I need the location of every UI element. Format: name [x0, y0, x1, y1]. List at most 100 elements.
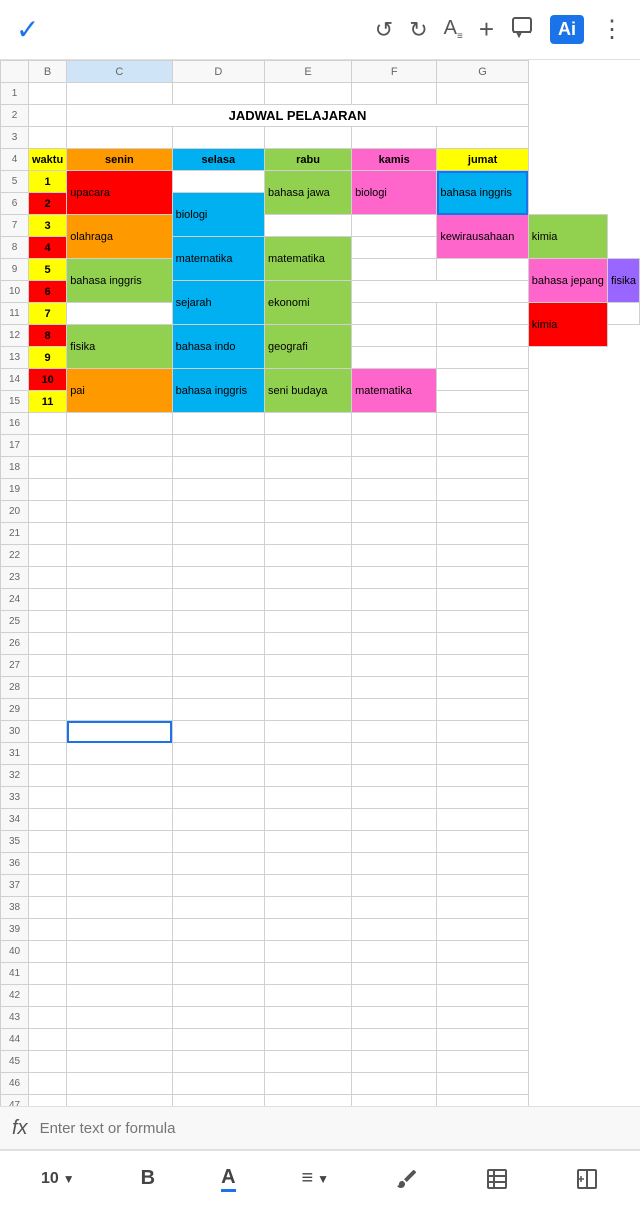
- col-header-b[interactable]: B: [29, 61, 67, 83]
- cell-d3[interactable]: [172, 127, 264, 149]
- fill-color-icon[interactable]: [395, 1167, 419, 1191]
- cell-d9[interactable]: [352, 259, 437, 281]
- cell-bahasa-inggris-selasa[interactable]: bahasa inggris: [172, 369, 264, 413]
- check-icon[interactable]: ✓: [16, 13, 39, 46]
- col-header-g[interactable]: G: [437, 61, 528, 83]
- col-header-e[interactable]: E: [265, 61, 352, 83]
- cell-g11[interactable]: [607, 303, 639, 325]
- cell-num-9-5[interactable]: 5: [29, 259, 67, 281]
- formula-input[interactable]: [40, 1120, 628, 1137]
- font-size-control[interactable]: 10 ▼: [41, 1170, 75, 1188]
- cell-bahasa-inggris-jumat[interactable]: bahasa inggris: [437, 171, 528, 215]
- cell-fisika-jumat[interactable]: fisika: [607, 259, 639, 303]
- insert-col-button[interactable]: [575, 1167, 599, 1191]
- cell-waktu[interactable]: waktu: [29, 149, 67, 171]
- insert-col-icon[interactable]: [575, 1167, 599, 1191]
- cell-num-14-10[interactable]: 10: [29, 369, 67, 391]
- cell-geografi[interactable]: geografi: [265, 325, 352, 369]
- cell-kewirausahaan[interactable]: kewirausahaan: [437, 215, 528, 259]
- cell-g12[interactable]: [437, 325, 528, 347]
- align-chevron[interactable]: ▼: [317, 1172, 329, 1186]
- cell-upacara[interactable]: upacara: [67, 171, 172, 215]
- cell-ekonomi[interactable]: ekonomi: [265, 281, 352, 325]
- align-icon[interactable]: ≡: [301, 1167, 313, 1190]
- cell-e11[interactable]: [437, 303, 528, 325]
- col-header-d[interactable]: D: [172, 61, 264, 83]
- cell-e7[interactable]: [352, 215, 437, 237]
- cell-sejarah[interactable]: sejarah: [172, 281, 264, 325]
- cell-matematika-kamis[interactable]: matematika: [352, 369, 437, 413]
- cell-b1[interactable]: [29, 83, 67, 105]
- cell-num-7-3[interactable]: 3: [29, 215, 67, 237]
- cell-e3[interactable]: [265, 127, 352, 149]
- selected-cell-c30[interactable]: [67, 721, 172, 743]
- cell-biologi-kamis[interactable]: biologi: [352, 171, 437, 215]
- cell-kimia-jumat[interactable]: kimia: [528, 215, 607, 259]
- cell-seni-budaya[interactable]: seni budaya: [265, 369, 352, 413]
- align-button[interactable]: ≡ ▼: [301, 1167, 329, 1190]
- cell-num-15-11[interactable]: 11: [29, 391, 67, 413]
- cell-d1[interactable]: [172, 83, 264, 105]
- cell-matematika-selasa[interactable]: matematika: [172, 237, 264, 281]
- cell-kamis[interactable]: kamis: [352, 149, 437, 171]
- cell-g3[interactable]: [437, 127, 528, 149]
- cell-f1[interactable]: [352, 83, 437, 105]
- cell-bahasa-indo[interactable]: bahasa indo: [172, 325, 264, 369]
- undo-icon[interactable]: ↺: [375, 17, 393, 43]
- cell-num-5-1[interactable]: 1: [29, 171, 67, 193]
- cell-c11[interactable]: [67, 303, 172, 325]
- cell-f13[interactable]: [352, 347, 437, 369]
- cell-d11[interactable]: [352, 303, 437, 325]
- cell-num-13-9[interactable]: 9: [29, 347, 67, 369]
- cell-pai[interactable]: pai: [67, 369, 172, 413]
- font-format-icon[interactable]: A≡: [444, 17, 463, 42]
- cell-g13[interactable]: [437, 347, 528, 369]
- cell-d5[interactable]: [172, 171, 264, 193]
- cell-matematika-rabu[interactable]: matematika: [265, 237, 352, 281]
- scroll-area[interactable]: B C D E F G 1: [0, 60, 640, 1106]
- font-size-chevron[interactable]: ▼: [63, 1172, 75, 1186]
- cell-e9[interactable]: [437, 259, 528, 281]
- cell-rabu[interactable]: rabu: [265, 149, 352, 171]
- table-icon[interactable]: [485, 1167, 509, 1191]
- cell-biologi-selasa[interactable]: biologi: [172, 193, 264, 237]
- cell-num-12-8[interactable]: 8: [29, 325, 67, 347]
- cell-bahasa-jepang[interactable]: bahasa jepang: [528, 259, 607, 303]
- more-icon[interactable]: ⋮: [600, 15, 624, 44]
- cell-olahraga[interactable]: olahraga: [67, 215, 172, 259]
- cell-bahasa-jawa[interactable]: bahasa jawa: [265, 171, 352, 215]
- cell-senin[interactable]: senin: [67, 149, 172, 171]
- cell-fisika-senin[interactable]: fisika: [67, 325, 172, 369]
- cell-num-11-7[interactable]: 7: [29, 303, 67, 325]
- text-color-button[interactable]: A: [221, 1166, 235, 1192]
- cell-f12[interactable]: [352, 325, 437, 347]
- text-color-icon[interactable]: A: [221, 1166, 235, 1192]
- bold-button[interactable]: B: [141, 1167, 155, 1190]
- cell-g15[interactable]: [437, 391, 528, 413]
- col-header-f[interactable]: F: [352, 61, 437, 83]
- cell-num-10-6[interactable]: 6: [29, 281, 67, 303]
- cell-f3[interactable]: [352, 127, 437, 149]
- cell-bahasa-inggris-senin[interactable]: bahasa inggris: [67, 259, 172, 303]
- table-format-button[interactable]: [485, 1167, 509, 1191]
- fill-color-button[interactable]: [395, 1167, 419, 1191]
- cell-d7[interactable]: [265, 215, 352, 237]
- cell-e1[interactable]: [265, 83, 352, 105]
- cell-g1[interactable]: [437, 83, 528, 105]
- font-size-value[interactable]: 10: [41, 1170, 59, 1188]
- cell-jumat[interactable]: jumat: [437, 149, 528, 171]
- cell-selasa[interactable]: selasa: [172, 149, 264, 171]
- ai-badge[interactable]: Ai: [550, 15, 584, 44]
- redo-icon[interactable]: ↻: [409, 17, 427, 43]
- cell-num-6-2[interactable]: 2: [29, 193, 67, 215]
- cell-g14[interactable]: [437, 369, 528, 391]
- cell-num-8-4[interactable]: 4: [29, 237, 67, 259]
- title-cell[interactable]: JADWAL PELAJARAN: [67, 105, 529, 127]
- comment-icon[interactable]: [510, 15, 534, 45]
- col-header-c[interactable]: C: [67, 61, 172, 83]
- add-icon[interactable]: +: [479, 14, 494, 45]
- cell-b3[interactable]: [29, 127, 67, 149]
- cell-c1[interactable]: [67, 83, 172, 105]
- cell-b2[interactable]: [29, 105, 67, 127]
- cell-kimia-kamis[interactable]: kimia: [528, 303, 607, 347]
